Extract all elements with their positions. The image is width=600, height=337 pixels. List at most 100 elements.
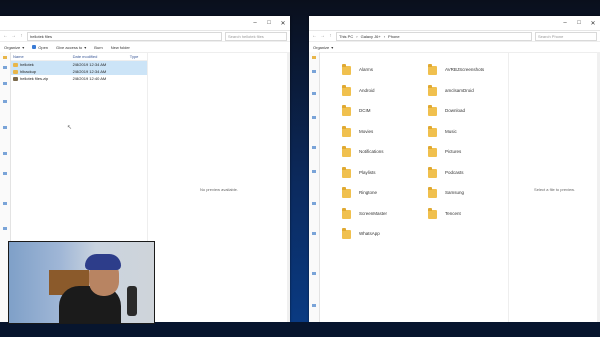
search-input[interactable]: Search hellotek files bbox=[225, 31, 287, 41]
folder-icon bbox=[428, 64, 437, 75]
nav-item-icon[interactable] bbox=[312, 92, 316, 95]
column-type[interactable]: Type bbox=[127, 52, 147, 61]
file-type bbox=[128, 75, 147, 82]
file-row[interactable]: hlbackup 2/8/2019 12:34 AM bbox=[11, 68, 147, 75]
back-icon[interactable]: ← bbox=[3, 33, 8, 39]
folder-item[interactable]: Tencent bbox=[428, 207, 461, 219]
address-bar[interactable]: hellotek files bbox=[27, 31, 222, 41]
navigation-pane[interactable] bbox=[309, 52, 320, 322]
back-icon[interactable]: ← bbox=[312, 33, 317, 39]
nav-item-icon[interactable] bbox=[312, 272, 316, 275]
folder-label: Alarms bbox=[359, 67, 374, 72]
breadcrumb[interactable]: This PC › Galaxy J6+ › Phone bbox=[336, 31, 532, 41]
file-name: hellotek files.zip bbox=[20, 76, 49, 81]
folder-item[interactable]: WhatsApp bbox=[342, 228, 380, 239]
folder-icon bbox=[342, 166, 351, 178]
address-row: ← → ↑ hellotek files Search hellotek fil… bbox=[0, 31, 290, 42]
breadcrumb-item[interactable]: Phone bbox=[388, 34, 400, 39]
chevron-right-icon: › bbox=[356, 33, 358, 39]
folder-item[interactable]: Alarms bbox=[342, 64, 373, 75]
search-input[interactable]: Search Phone bbox=[535, 31, 597, 41]
window-body: Alarms Android DCIM Movies Notifications Play… bbox=[309, 52, 600, 322]
column-headers: Name Date modified Type bbox=[11, 52, 147, 61]
new-folder-button[interactable]: New folder bbox=[111, 45, 130, 50]
onedrive-icon[interactable] bbox=[312, 146, 316, 149]
forward-icon[interactable]: → bbox=[11, 33, 16, 39]
folder-icon bbox=[13, 62, 18, 67]
file-type bbox=[127, 60, 147, 68]
new-folder-label: New folder bbox=[110, 44, 130, 50]
nav-item-icon[interactable] bbox=[3, 66, 7, 69]
search-placeholder: Search hellotek files bbox=[228, 33, 264, 39]
give-access-button[interactable]: Give access to ▾ bbox=[56, 45, 86, 50]
title-bar: – □ ✕ bbox=[0, 16, 290, 31]
folder-icon bbox=[342, 207, 351, 219]
file-row[interactable]: hellotek files.zip 2/8/2019 12:40 AM bbox=[11, 75, 147, 82]
column-name[interactable]: Name bbox=[11, 52, 71, 61]
open-icon bbox=[32, 45, 37, 49]
folder-item[interactable]: Ringtone bbox=[342, 187, 377, 198]
file-row[interactable]: hellotek 2/8/2019 12:34 AM bbox=[11, 60, 147, 68]
folder-icon bbox=[428, 125, 437, 137]
breadcrumb-item[interactable]: Galaxy J6+ bbox=[361, 34, 381, 39]
preview-pane: No preview available. bbox=[147, 52, 290, 322]
organize-button[interactable]: Organize ▾ bbox=[313, 45, 333, 50]
up-icon[interactable]: ↑ bbox=[328, 33, 333, 39]
address-row: ← → ↑ This PC › Galaxy J6+ › Phone Searc… bbox=[309, 31, 600, 42]
folder-item[interactable]: AVRBJScreenshots bbox=[428, 64, 484, 75]
folder-item[interactable]: ScreenMaster bbox=[342, 207, 387, 219]
nav-item-icon[interactable] bbox=[3, 100, 7, 103]
address-path: hellotek files bbox=[30, 33, 53, 39]
nav-item-icon[interactable] bbox=[3, 202, 7, 205]
folder-label: AVRBJScreenshots bbox=[445, 67, 485, 72]
nav-item-icon[interactable] bbox=[3, 227, 7, 230]
folder-icon bbox=[13, 69, 18, 74]
nav-item-icon[interactable] bbox=[3, 126, 7, 129]
minimize-icon[interactable]: – bbox=[558, 16, 572, 30]
onedrive-icon[interactable] bbox=[3, 152, 7, 155]
this-pc-icon[interactable] bbox=[312, 170, 316, 173]
folder-label: Music bbox=[445, 128, 457, 134]
quick-access-icon[interactable] bbox=[312, 56, 316, 59]
folder-item[interactable]: DCIM bbox=[342, 105, 371, 116]
maximize-icon[interactable]: □ bbox=[262, 16, 276, 30]
breadcrumb-item[interactable]: This PC bbox=[339, 34, 353, 39]
mouse-cursor-icon: ↖ bbox=[67, 125, 73, 131]
folder-label: amclsamDroid bbox=[445, 87, 474, 93]
nav-item-icon[interactable] bbox=[312, 116, 316, 119]
folder-item[interactable]: Android bbox=[342, 84, 375, 96]
nav-item-icon[interactable] bbox=[312, 202, 316, 205]
organize-button[interactable]: Organize ▾ bbox=[4, 45, 24, 50]
column-date[interactable]: Date modified bbox=[70, 52, 128, 61]
folder-icon bbox=[428, 105, 437, 116]
burn-button[interactable]: Burn bbox=[94, 45, 102, 50]
folder-item[interactable]: Music bbox=[428, 125, 457, 137]
folder-item[interactable]: Movies bbox=[342, 125, 373, 137]
this-pc-icon[interactable] bbox=[3, 172, 7, 175]
forward-icon[interactable]: → bbox=[320, 33, 325, 39]
file-name-cell: hellotek files.zip bbox=[11, 75, 71, 82]
nav-item-icon[interactable] bbox=[312, 304, 316, 307]
close-icon[interactable]: ✕ bbox=[276, 16, 290, 30]
nav-item-icon[interactable] bbox=[312, 70, 316, 73]
file-date: 2/8/2019 12:34 AM bbox=[70, 68, 128, 75]
open-button[interactable]: Open bbox=[32, 45, 48, 50]
close-icon[interactable]: ✕ bbox=[586, 16, 600, 30]
zip-file-icon bbox=[13, 76, 18, 81]
nav-item-icon[interactable] bbox=[3, 82, 7, 85]
folder-item[interactable]: Notifications bbox=[342, 146, 384, 157]
folder-item[interactable]: Pictures bbox=[428, 146, 461, 157]
quick-access-icon[interactable] bbox=[3, 56, 7, 59]
minimize-icon[interactable]: – bbox=[248, 16, 262, 30]
folder-item[interactable]: Samsung bbox=[428, 187, 464, 198]
folder-item[interactable]: Podcasts bbox=[428, 166, 464, 178]
folder-item[interactable]: Playlists bbox=[342, 166, 376, 178]
nav-item-icon[interactable] bbox=[312, 232, 316, 235]
maximize-icon[interactable]: □ bbox=[572, 16, 586, 30]
folder-item[interactable]: amclsamDroid bbox=[428, 84, 474, 96]
folder-label: Download bbox=[445, 108, 466, 113]
folder-item[interactable]: Download bbox=[428, 105, 465, 116]
up-icon[interactable]: ↑ bbox=[19, 33, 24, 39]
scrollbar[interactable] bbox=[287, 52, 290, 322]
folder-label: WhatsApp bbox=[359, 231, 380, 236]
